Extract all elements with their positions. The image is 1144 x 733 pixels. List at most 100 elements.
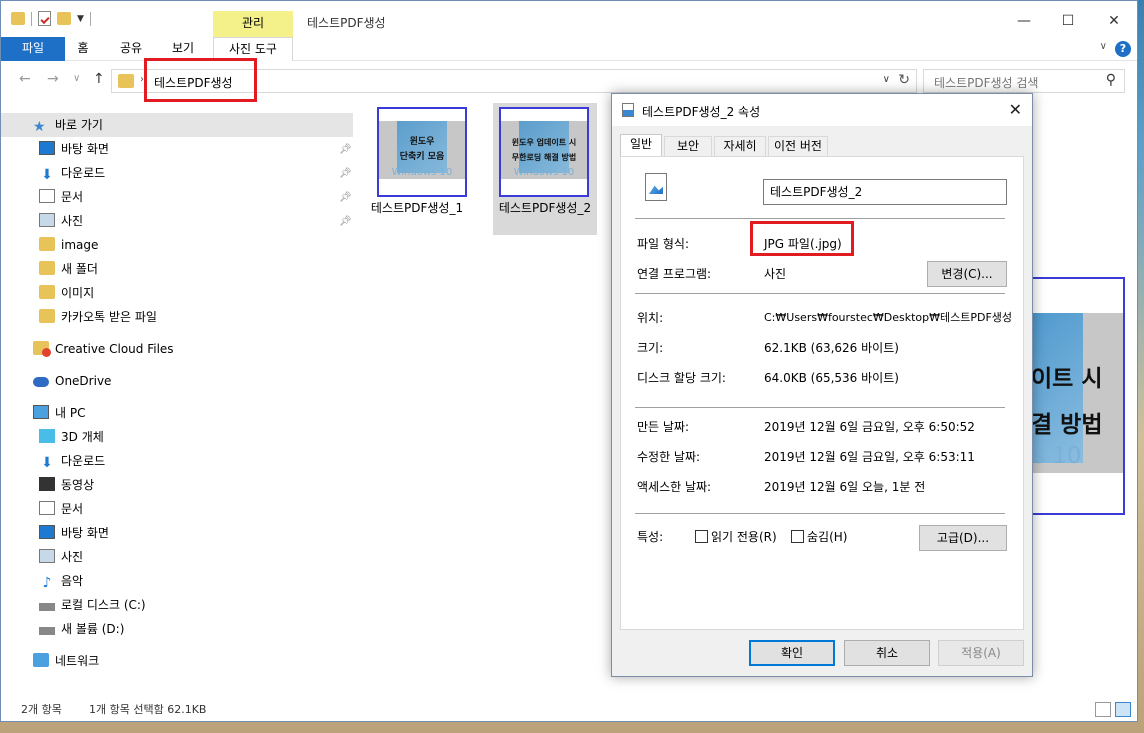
opens-with-label: 연결 프로그램: [637, 267, 712, 281]
advanced-button[interactable]: 고급(D)... [919, 525, 1007, 551]
refresh-icon[interactable]: ↻ [898, 72, 910, 88]
filename-field[interactable]: 테스트PDF생성_2 [763, 179, 1007, 205]
document-icon [39, 501, 55, 515]
file-item[interactable]: 윈도우 단축키 모음 Windows 10 테스트PDF생성_1 [365, 103, 469, 235]
folder-icon [39, 285, 55, 299]
checkbox-icon[interactable] [695, 530, 708, 543]
modified-value: 2019년 12월 6일 금요일, 오후 6:53:11 [764, 450, 975, 464]
sidebar-item-drive-d[interactable]: 새 볼륨 (D:) [39, 617, 124, 641]
sidebar-item-videos[interactable]: 동영상 [39, 473, 94, 497]
tab-file[interactable]: 파일 [1, 37, 65, 61]
chevron-down-icon[interactable]: ∨ [73, 73, 80, 84]
properties-icon[interactable] [38, 11, 51, 26]
folder-icon [39, 237, 55, 251]
ok-button[interactable]: 확인 [749, 640, 835, 666]
tab-previous-versions[interactable]: 이전 버전 [768, 136, 828, 156]
created-value: 2019년 12월 6일 금요일, 오후 6:50:52 [764, 420, 975, 434]
readonly-checkbox[interactable]: 읽기 전용(R) [695, 528, 777, 545]
sidebar-item-creative-cloud[interactable]: Creative Cloud Files [33, 337, 174, 361]
sidebar-item-pc-downloads[interactable]: ⬇ 다운로드 [39, 449, 105, 473]
sidebar-item-documents[interactable]: 문서 [39, 185, 83, 209]
file-type-label: 파일 형식: [637, 237, 690, 251]
chevron-down-icon[interactable]: ▼ [77, 14, 84, 24]
image-thumbnail: 윈도우 업데이트 시 무한로딩 해결 방법 Windows 10 [499, 107, 589, 197]
sidebar-item-quick-access[interactable]: ★ 바로 가기 [33, 113, 103, 137]
cube-icon [39, 429, 55, 443]
hidden-checkbox[interactable]: 숨김(H) [791, 528, 847, 545]
sidebar-item-music[interactable]: ♪ 음악 [39, 569, 84, 593]
pin-icon[interactable]: 📌︎ [339, 216, 352, 227]
sidebar-item-image[interactable]: image [39, 233, 98, 257]
chevron-down-icon[interactable]: ∨ [883, 74, 890, 85]
large-icons-view-icon[interactable] [1115, 702, 1131, 717]
cancel-button[interactable]: 취소 [844, 640, 930, 666]
image-file-icon [622, 103, 634, 117]
separator [89, 11, 91, 26]
forward-arrow-icon[interactable]: → [47, 71, 59, 87]
drive-icon [39, 627, 55, 635]
title-bar: ▼ 관리 테스트PDF생성 — ☐ ✕ [1, 1, 1137, 37]
quick-access-toolbar: ▼ [11, 11, 91, 26]
folder-icon [39, 309, 55, 323]
document-icon [39, 189, 55, 203]
search-input[interactable]: 테스트PDF생성 검색 ⚲ [923, 69, 1125, 93]
pin-icon[interactable]: 📌︎ [339, 144, 352, 155]
checkbox-icon[interactable] [791, 530, 804, 543]
change-button[interactable]: 변경(C)... [927, 261, 1007, 287]
music-icon: ♪ [42, 575, 52, 591]
maximize-button[interactable]: ☐ [1045, 9, 1091, 33]
sidebar-item-desktop[interactable]: 바탕 화면 [39, 137, 109, 161]
help-icon[interactable]: ? [1115, 41, 1131, 57]
pin-icon[interactable]: 📌︎ [339, 192, 352, 203]
sidebar-item-drive-c[interactable]: 로컬 디스크 (C:) [39, 593, 146, 617]
minimize-button[interactable]: — [1001, 9, 1047, 33]
creative-cloud-icon [33, 341, 51, 357]
image-thumbnail: 윈도우 단축키 모음 Windows 10 [377, 107, 467, 197]
sidebar-item-3d-objects[interactable]: 3D 개체 [39, 425, 104, 449]
chevron-down-icon[interactable]: ∨ [1100, 41, 1107, 52]
close-button[interactable]: ✕ [1091, 9, 1137, 33]
sidebar-item-this-pc[interactable]: 내 PC [33, 401, 85, 425]
tab-manage[interactable]: 관리 [213, 11, 293, 37]
back-arrow-icon[interactable]: ← [19, 71, 31, 87]
sidebar-item-onedrive[interactable]: OneDrive [33, 369, 111, 393]
sidebar-item-network[interactable]: 네트워크 [33, 649, 99, 673]
sidebar-item-pictures[interactable]: 사진 [39, 209, 83, 233]
divider [635, 293, 1005, 294]
accessed-label: 액세스한 날짜: [637, 480, 712, 494]
pin-icon[interactable]: 📌︎ [339, 168, 352, 179]
drive-icon [39, 603, 55, 611]
folder-icon[interactable] [11, 12, 25, 25]
sidebar-item-pc-desktop[interactable]: 바탕 화면 [39, 521, 109, 545]
sidebar-item-downloads[interactable]: ⬇ 다운로드 [39, 161, 105, 185]
search-icon[interactable]: ⚲ [1106, 72, 1116, 88]
computer-icon [33, 405, 49, 419]
folder-icon [118, 74, 134, 88]
star-icon: ★ [33, 119, 46, 135]
folder-icon [39, 261, 55, 275]
apply-button[interactable]: 적용(A) [938, 640, 1024, 666]
highlight-box [144, 58, 257, 102]
sidebar-item-new-folder[interactable]: 새 폴더 [39, 257, 98, 281]
file-name: 테스트PDF생성_2 [498, 201, 592, 215]
details-view-icon[interactable] [1095, 702, 1111, 717]
up-arrow-icon[interactable]: ↑ [93, 71, 105, 87]
tab-security[interactable]: 보안 [664, 136, 712, 156]
close-icon[interactable]: ✕ [1009, 100, 1022, 119]
window-title: 테스트PDF생성 [307, 16, 386, 30]
tab-home[interactable]: 홈 [67, 37, 99, 61]
sidebar-item-pc-pictures[interactable]: 사진 [39, 545, 83, 569]
new-folder-icon[interactable] [57, 12, 71, 25]
disk-size-value: 64.0KB (65,536 바이트) [764, 371, 899, 385]
desktop-icon [39, 141, 55, 155]
disk-size-label: 디스크 할당 크기: [637, 371, 726, 385]
tab-general[interactable]: 일반 [620, 134, 662, 156]
navigation-pane: ★ 바로 가기 바탕 화면 📌︎ ⬇ 다운로드 📌︎ 문서 📌︎ 사진 📌︎ ima… [1, 111, 353, 691]
file-item-selected[interactable]: 윈도우 업데이트 시 무한로딩 해결 방법 Windows 10 테스트PDF생성… [493, 103, 597, 235]
accessed-value: 2019년 12월 6일 오늘, 1분 전 [764, 480, 926, 494]
attributes-label: 특성: [637, 530, 664, 544]
sidebar-item-kakaotalk[interactable]: 카카오톡 받은 파일 [39, 305, 157, 329]
sidebar-item-pc-documents[interactable]: 문서 [39, 497, 83, 521]
sidebar-item-images[interactable]: 이미지 [39, 281, 94, 305]
tab-details[interactable]: 자세히 [714, 136, 766, 156]
